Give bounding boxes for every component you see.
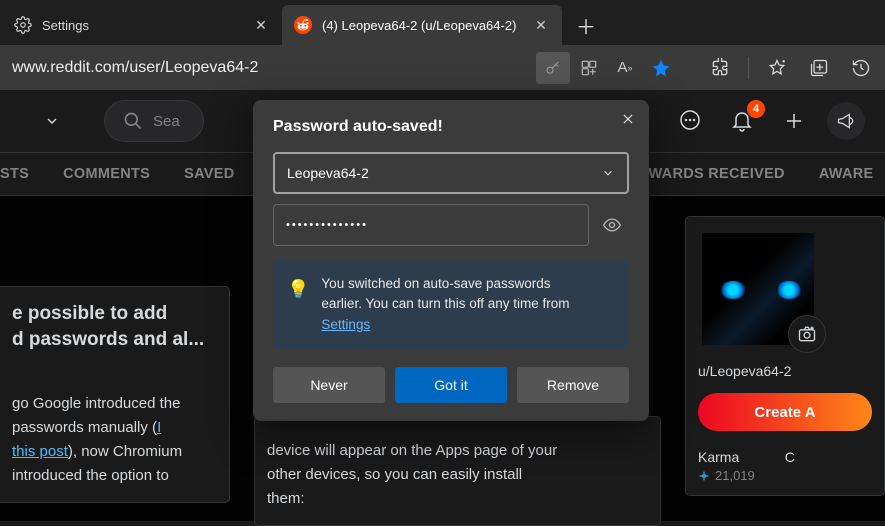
page-dropdown[interactable]	[20, 105, 84, 137]
username-select[interactable]: Leopeva64-2	[273, 152, 629, 194]
tab-comments[interactable]: COMMENTS	[63, 166, 150, 182]
close-icon[interactable]: ✕	[252, 16, 270, 34]
password-field[interactable]: ••••••••••••••	[273, 204, 589, 246]
username-value: Leopeva64-2	[287, 165, 369, 181]
address-bar-icons: A»	[536, 52, 682, 84]
tab-posts[interactable]: STS	[0, 166, 29, 182]
chat-icon[interactable]	[671, 102, 709, 140]
lightbulb-icon: 💡	[287, 276, 309, 335]
search-box[interactable]: Sea	[104, 100, 204, 142]
profile-card: u/Leopeva64-2 Create A Karma 21,019 C	[685, 216, 885, 496]
history-icon[interactable]	[843, 50, 879, 86]
inline-link[interactable]: this post	[12, 443, 68, 460]
separator	[748, 57, 749, 79]
notification-badge: 4	[747, 100, 765, 118]
reddit-icon	[294, 16, 312, 34]
post-title: e possible to add d passwords and al...	[12, 301, 217, 352]
megaphone-icon[interactable]	[827, 102, 865, 140]
remove-button[interactable]: Remove	[517, 367, 629, 403]
search-icon	[123, 111, 143, 131]
never-button[interactable]: Never	[273, 367, 385, 403]
popup-title: Password auto-saved!	[273, 118, 629, 136]
inline-link[interactable]: I	[157, 419, 161, 436]
mid-post-card[interactable]: device will appear on the Apps page of y…	[254, 416, 661, 526]
close-icon[interactable]: ✕	[532, 16, 550, 34]
extensions-icon[interactable]	[702, 50, 738, 86]
reveal-password-icon[interactable]	[595, 215, 629, 235]
new-tab-button[interactable]: ＋	[568, 7, 604, 43]
password-mask: ••••••••••••••	[286, 219, 368, 231]
tab-title: (4) Leopeva64-2 (u/Leopeva64-2)	[322, 18, 522, 33]
collections-toolbar-icon[interactable]	[801, 50, 837, 86]
tab-awards-given[interactable]: AWARE	[819, 166, 874, 182]
avatar-wrap	[698, 229, 818, 349]
browser-tab-bar: Settings ✕ (4) Leopeva64-2 (u/Leopeva64-…	[0, 0, 885, 45]
chevron-down-icon	[601, 166, 615, 180]
read-aloud-icon[interactable]: A»	[608, 52, 642, 84]
address-bar-row: A»	[0, 45, 885, 90]
tab-reddit-profile[interactable]: (4) Leopeva64-2 (u/Leopeva64-2) ✕	[282, 5, 562, 45]
post-body: go Google introduced the passwords manua…	[12, 392, 217, 488]
cake-label: C	[785, 449, 795, 465]
toolbar-right	[702, 50, 879, 86]
favorite-star-icon[interactable]	[644, 52, 678, 84]
collections-icon[interactable]	[572, 52, 606, 84]
karma-value: 21,019	[698, 468, 755, 483]
camera-icon[interactable]	[788, 315, 826, 353]
gear-icon	[14, 16, 32, 34]
tab-awards-received[interactable]: WARDS RECEIVED	[648, 166, 784, 182]
favorites-icon[interactable]	[759, 50, 795, 86]
search-placeholder: Sea	[153, 113, 180, 130]
settings-link[interactable]: Settings	[321, 317, 370, 332]
notifications-icon[interactable]: 4	[723, 102, 761, 140]
username-label: u/Leopeva64-2	[698, 363, 872, 379]
tab-title: Settings	[42, 18, 242, 33]
info-box: 💡 You switched on auto-save passwords ea…	[273, 260, 629, 349]
tab-settings[interactable]: Settings ✕	[2, 5, 282, 45]
tab-saved[interactable]: SAVED	[184, 166, 234, 182]
create-post-icon[interactable]	[775, 102, 813, 140]
left-post-card[interactable]: e possible to add d passwords and al... …	[0, 286, 230, 503]
address-input[interactable]	[6, 59, 532, 77]
close-icon[interactable]	[621, 112, 635, 126]
key-icon[interactable]	[536, 52, 570, 84]
got-it-button[interactable]: Got it	[395, 367, 507, 403]
post-body: device will appear on the Apps page of y…	[267, 439, 648, 511]
create-avatar-button[interactable]: Create A	[698, 393, 872, 431]
karma-label: Karma	[698, 449, 755, 465]
password-autosave-popup: Password auto-saved! Leopeva64-2 •••••••…	[253, 100, 649, 421]
